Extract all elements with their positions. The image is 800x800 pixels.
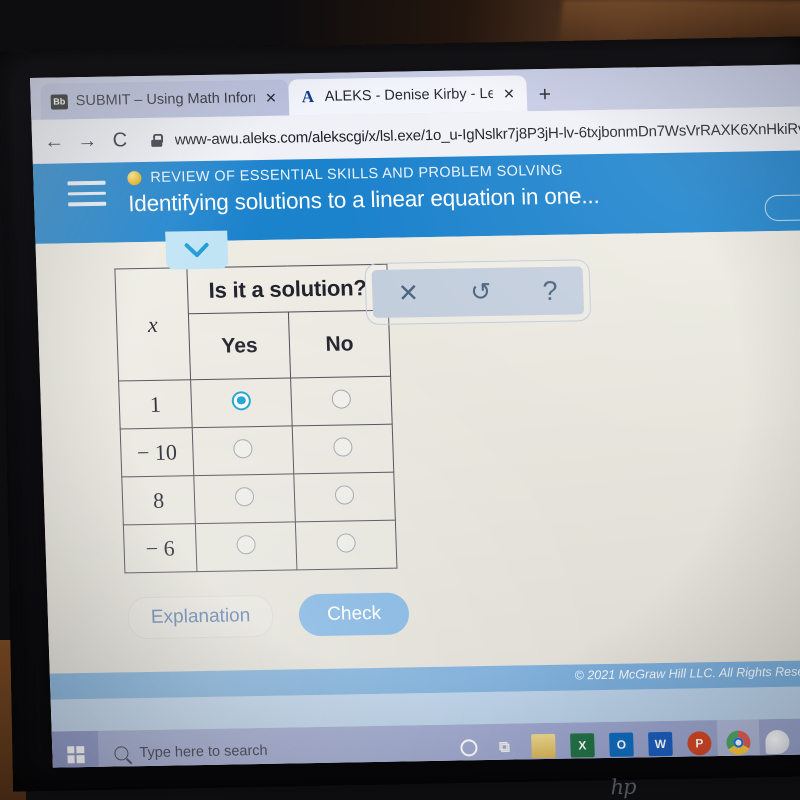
header-text-block: REVIEW OF ESSENTIAL SKILLS AND PROBLEM S… <box>127 162 600 217</box>
radio-cell-yes[interactable] <box>190 377 293 428</box>
chevron-down-icon[interactable] <box>165 230 229 270</box>
excel-icon[interactable]: X <box>570 733 595 758</box>
explanation-button[interactable]: Explanation <box>127 594 274 640</box>
radio-cell-no[interactable] <box>292 424 394 474</box>
check-button[interactable]: Check <box>298 592 410 637</box>
x-value: 1 <box>118 379 193 429</box>
action-button-row: Explanation Check <box>127 592 410 640</box>
radio-no[interactable] <box>336 532 356 553</box>
header-pill-button[interactable] <box>764 193 800 222</box>
question-mark-icon[interactable]: ? <box>542 275 558 306</box>
forward-button[interactable]: → <box>77 129 98 152</box>
blackboard-icon: Bb <box>50 93 69 110</box>
table-header-row-1: x Is it a solution? <box>114 264 389 381</box>
x-value: 8 <box>121 475 196 525</box>
outlook-icon[interactable]: O <box>609 732 634 757</box>
radio-yes[interactable] <box>234 486 255 506</box>
is-it-a-solution-header: Is it a solution? <box>186 264 389 314</box>
hamburger-menu-icon[interactable] <box>67 180 107 213</box>
file-explorer-icon[interactable] <box>531 733 556 759</box>
close-tab-icon[interactable]: ✕ <box>501 85 517 102</box>
browser-tab-inactive[interactable]: Bb SUBMIT – Using Math Inform You ✕ <box>40 79 290 120</box>
table-row: − 6 <box>123 520 397 573</box>
solution-table: x Is it a solution? Yes No 1 − 10 8 − 6 <box>114 264 397 574</box>
lock-icon <box>150 133 161 146</box>
powerpoint-icon[interactable]: P <box>687 731 712 756</box>
cortana-icon[interactable] <box>460 738 478 757</box>
aleks-header: REVIEW OF ESSENTIAL SKILLS AND PROBLEM S… <box>32 150 800 244</box>
header-kicker: REVIEW OF ESSENTIAL SKILLS AND PROBLEM S… <box>127 162 599 186</box>
x-value: − 10 <box>120 427 194 477</box>
new-tab-button[interactable]: + <box>538 83 551 107</box>
taskbar-search-input[interactable]: Type here to search <box>98 740 461 762</box>
reload-button[interactable]: C <box>110 129 130 152</box>
radio-yes[interactable] <box>236 534 256 554</box>
radio-cell-yes[interactable] <box>193 473 296 524</box>
radio-yes-selected[interactable] <box>231 390 252 410</box>
laptop-screen: Bb SUBMIT – Using Math Inform You ✕ A AL… <box>30 64 800 768</box>
answer-toolbar: ✕ ↺ ? <box>364 259 592 326</box>
table-row: 1 <box>118 376 393 429</box>
table-row: 8 <box>121 472 396 525</box>
gold-circle-icon <box>127 171 142 186</box>
radio-cell-no[interactable] <box>293 472 396 522</box>
tab-title: SUBMIT – Using Math Inform You <box>75 90 256 110</box>
chevron-down-glyph <box>184 242 209 258</box>
task-view-icon[interactable]: ⧉ <box>492 735 517 759</box>
radio-no[interactable] <box>334 484 355 505</box>
kicker-label: REVIEW OF ESSENTIAL SKILLS AND PROBLEM S… <box>150 162 564 186</box>
radio-cell-yes[interactable] <box>195 521 297 572</box>
question-work-area: x Is it a solution? Yes No 1 − 10 8 − 6 … <box>35 230 800 674</box>
close-x-icon[interactable]: ✕ <box>398 278 420 308</box>
copyright-text: © 2021 McGraw Hill LLC. All Rights Reser… <box>574 664 800 683</box>
radio-no[interactable] <box>331 388 352 409</box>
windows-logo-glyph <box>66 745 85 763</box>
radio-yes[interactable] <box>233 438 253 458</box>
answer-toolbar-inner: ✕ ↺ ? <box>371 266 585 319</box>
windows-start-icon[interactable] <box>51 730 100 768</box>
laptop-photo: hp Bb SUBMIT – Using Math Inform You ✕ A… <box>0 0 800 800</box>
aleks-a-icon: A <box>301 87 315 107</box>
tab-title: ALEKS - Denise Kirby - Learn <box>324 85 494 105</box>
search-placeholder: Type here to search <box>139 742 268 762</box>
table-row: − 10 <box>120 424 394 477</box>
chrome-icon[interactable] <box>726 730 751 755</box>
radio-no[interactable] <box>333 436 353 457</box>
x-value: − 6 <box>123 523 197 573</box>
radio-cell-no[interactable] <box>295 520 397 570</box>
page-title: Identifying solutions to a linear equati… <box>127 183 600 217</box>
back-button[interactable]: ← <box>44 130 65 153</box>
close-tab-icon[interactable]: ✕ <box>263 89 279 106</box>
undo-arrow-icon[interactable]: ↺ <box>470 277 492 307</box>
address-bar[interactable]: www-awu.aleks.com/alekscgi/x/lsl.exe/1o_… <box>174 120 800 148</box>
search-icon <box>114 746 129 761</box>
x-column-header: x <box>114 267 191 381</box>
word-icon[interactable]: W <box>648 731 673 757</box>
taskbar-icon-group: ⧉ X O W P <box>460 729 800 760</box>
radio-cell-yes[interactable] <box>192 425 294 476</box>
edge-legacy-icon[interactable] <box>765 729 790 755</box>
radio-cell-no[interactable] <box>290 376 393 426</box>
yes-column-header: Yes <box>188 311 291 380</box>
browser-tab-active[interactable]: A ALEKS - Denise Kirby - Learn ✕ <box>288 75 528 116</box>
hp-brand-logo: hp <box>610 774 636 800</box>
